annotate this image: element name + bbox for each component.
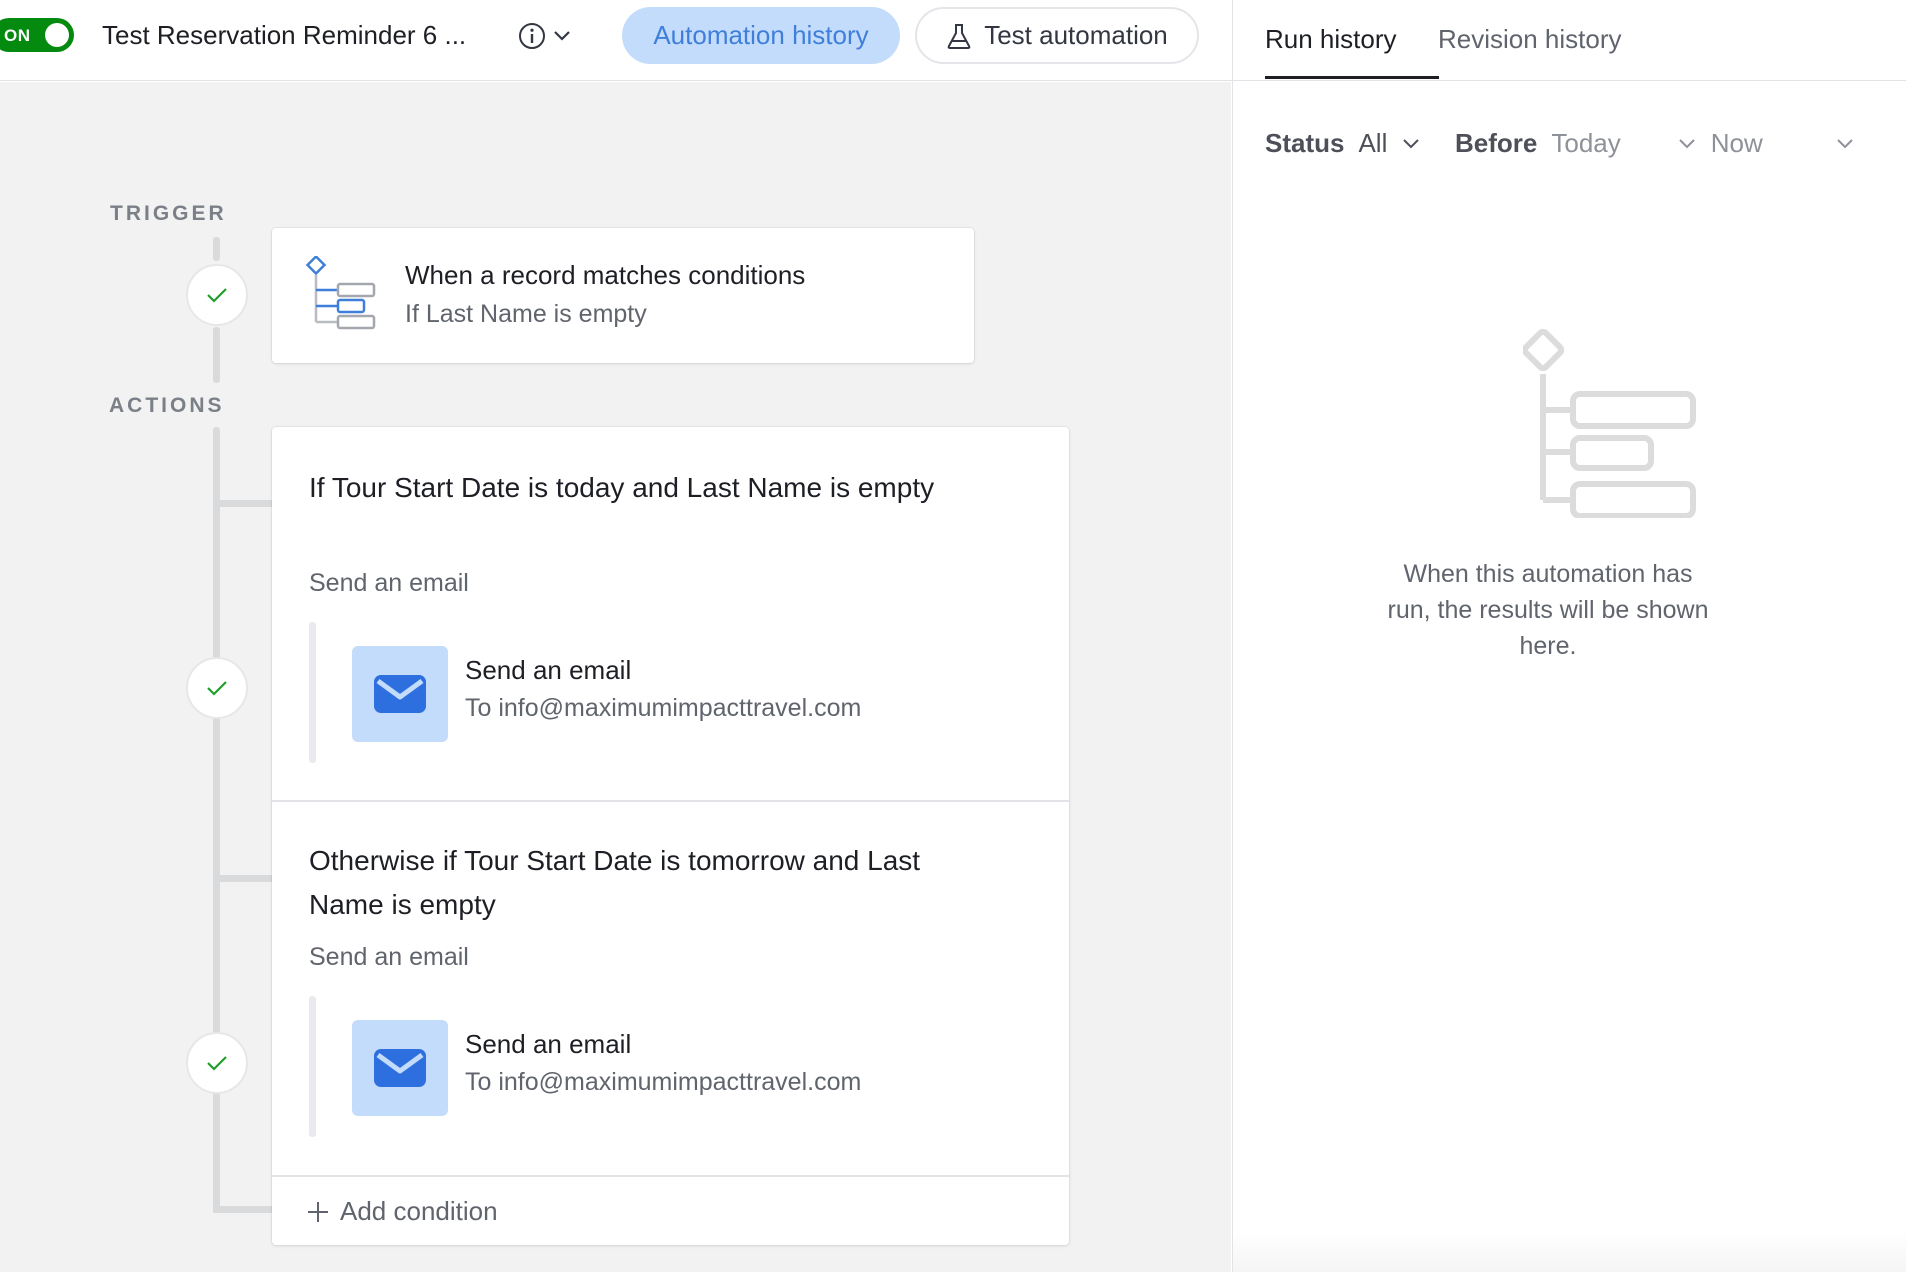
empty-state-message: When this automation has run, the result… bbox=[1387, 560, 1709, 660]
before-time-select[interactable]: Now bbox=[1711, 128, 1763, 159]
check-icon bbox=[207, 681, 227, 696]
trigger-connector-bottom bbox=[213, 327, 220, 383]
email-action-title: Send an email bbox=[465, 1029, 632, 1059]
chevron-down-icon bbox=[1403, 138, 1420, 148]
history-panel: Run history Revision history Status All … bbox=[1232, 0, 1906, 1272]
add-condition-label: Add condition bbox=[340, 1196, 498, 1226]
email-action-recipient: To info@maximumimpacttravel.com bbox=[465, 694, 862, 722]
branch-condition-title: If Tour Start Date is today and Last Nam… bbox=[309, 472, 935, 503]
chevron-down-icon[interactable] bbox=[1677, 137, 1697, 151]
toggle-knob bbox=[45, 23, 69, 47]
automation-history-button[interactable]: Automation history bbox=[622, 7, 900, 64]
actions-card: If Tour Start Date is today and Last Nam… bbox=[272, 427, 1069, 1245]
status-filter[interactable]: Status All bbox=[1265, 128, 1421, 159]
tab-run-history[interactable]: Run history bbox=[1265, 24, 1397, 55]
envelope-icon bbox=[374, 675, 426, 713]
beaker-icon bbox=[947, 23, 971, 49]
condition-branch[interactable]: Otherwise if Tour Start Date is tomorrow… bbox=[272, 802, 1069, 1175]
test-automation-button[interactable]: Test automation bbox=[915, 7, 1199, 64]
before-filter-key: Before bbox=[1455, 128, 1538, 158]
automation-history-label: Automation history bbox=[653, 20, 869, 50]
email-action-icon-tile[interactable] bbox=[352, 646, 448, 742]
branch-condition-title: Otherwise if Tour Start Date is tomorrow… bbox=[309, 845, 921, 920]
check-icon bbox=[207, 288, 227, 303]
trigger-subtitle: If Last Name is empty bbox=[405, 300, 647, 328]
plus-icon bbox=[308, 1201, 328, 1222]
trigger-connector-top bbox=[213, 237, 220, 261]
branch-divider bbox=[272, 1175, 1069, 1177]
trigger-card[interactable]: When a record matches conditions If Last… bbox=[272, 228, 974, 363]
automation-info-menu[interactable] bbox=[518, 18, 582, 54]
test-automation-label: Test automation bbox=[984, 20, 1168, 50]
envelope-icon bbox=[374, 1049, 426, 1087]
automation-canvas: TRIGGER ACTIONS When a record matches co… bbox=[0, 82, 1231, 1272]
actions-connector bbox=[213, 427, 220, 1212]
branch-2-status-check bbox=[186, 1032, 248, 1094]
actions-section-label: ACTIONS bbox=[109, 394, 225, 417]
add-condition-button[interactable]: Add condition bbox=[306, 1196, 498, 1227]
email-action-title: Send an email bbox=[465, 655, 632, 685]
automation-title[interactable]: Test Reservation Reminder 6 ... bbox=[102, 20, 466, 51]
branch-2-connector bbox=[213, 875, 275, 882]
branch-action-label: Send an email bbox=[309, 569, 469, 597]
trigger-section-label: TRIGGER bbox=[110, 202, 227, 225]
toggle-label: ON bbox=[4, 26, 31, 45]
email-action-icon-tile[interactable] bbox=[352, 1020, 448, 1116]
before-filter: Before Today Now bbox=[1455, 128, 1855, 159]
add-condition-connector bbox=[213, 1206, 275, 1213]
panel-bottom-fade bbox=[1233, 1232, 1906, 1272]
empty-run-history-icon bbox=[1523, 328, 1696, 518]
trigger-title: When a record matches conditions bbox=[405, 260, 806, 290]
chevron-down-icon[interactable] bbox=[1835, 137, 1855, 151]
record-conditions-icon bbox=[305, 256, 376, 330]
status-filter-key: Status bbox=[1265, 128, 1345, 158]
before-date-select[interactable]: Today bbox=[1551, 128, 1620, 159]
chevron-down-icon bbox=[554, 31, 570, 41]
automation-on-toggle[interactable]: ON bbox=[0, 18, 74, 52]
top-bar: ON Test Reservation Reminder 6 ... Autom… bbox=[0, 0, 1232, 81]
branch-1-connector bbox=[213, 500, 275, 507]
history-tabs: Run history Revision history bbox=[1233, 0, 1906, 81]
tab-revision-history[interactable]: Revision history bbox=[1438, 24, 1622, 55]
branch-rail bbox=[309, 622, 316, 763]
branch-action-label: Send an email bbox=[309, 943, 469, 971]
condition-branch[interactable]: If Tour Start Date is today and Last Nam… bbox=[272, 427, 1069, 800]
branch-rail bbox=[309, 996, 316, 1137]
branch-1-status-check bbox=[186, 657, 248, 719]
check-icon bbox=[207, 1056, 227, 1071]
email-action-recipient: To info@maximumimpacttravel.com bbox=[465, 1068, 862, 1096]
active-tab-indicator bbox=[1265, 76, 1439, 79]
info-icon bbox=[519, 23, 545, 49]
trigger-status-check bbox=[186, 264, 248, 326]
status-filter-value: All bbox=[1358, 128, 1388, 158]
